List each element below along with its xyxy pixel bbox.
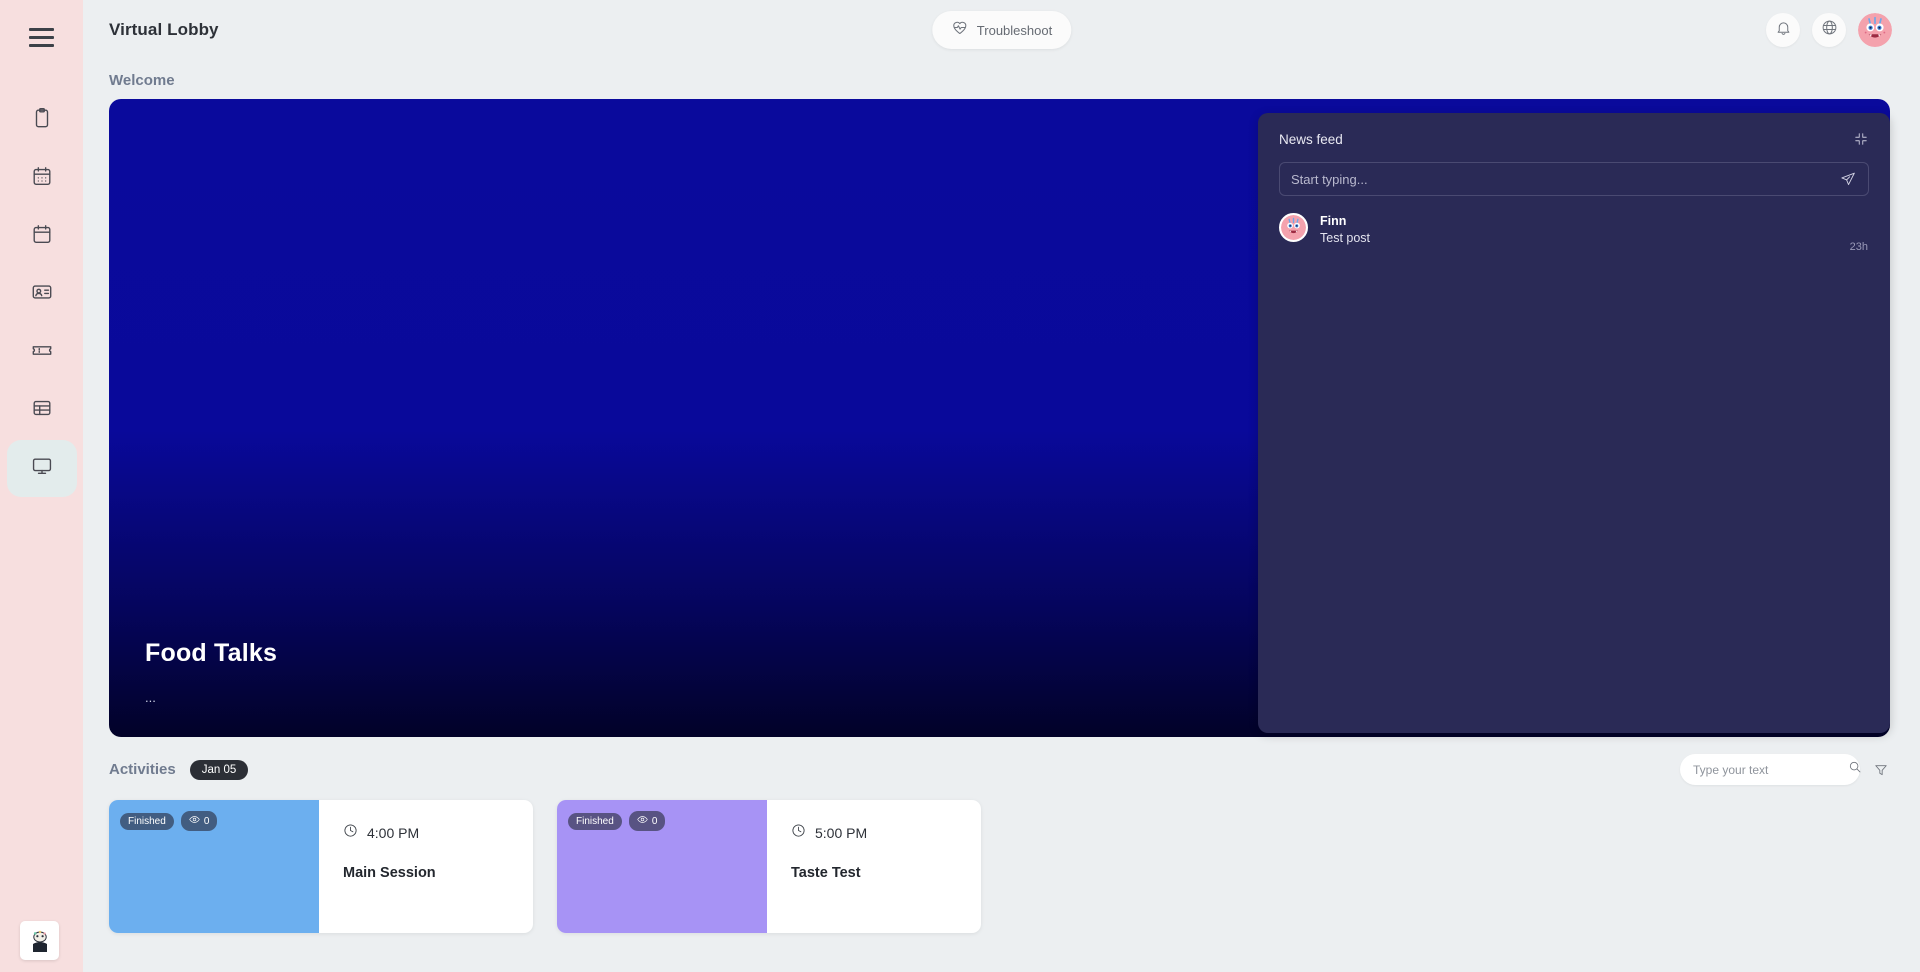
hero-title: Food Talks bbox=[145, 639, 278, 667]
user-avatar[interactable] bbox=[1858, 13, 1892, 47]
clock-icon bbox=[791, 823, 806, 843]
globe-icon bbox=[1821, 19, 1838, 41]
eye-icon bbox=[637, 814, 648, 828]
sidebar-item-attendees[interactable] bbox=[7, 266, 77, 323]
views-badge: 0 bbox=[180, 811, 218, 831]
ticket-icon bbox=[31, 339, 53, 366]
activity-title: Taste Test bbox=[791, 865, 861, 881]
sidebar-item-reports[interactable] bbox=[7, 382, 77, 439]
status-badge: Finished bbox=[568, 812, 622, 830]
bell-icon bbox=[1775, 19, 1792, 41]
page-title: Virtual Lobby bbox=[109, 20, 219, 39]
news-feed-compose-row bbox=[1279, 162, 1869, 196]
hero-text-block: Food Talks ... bbox=[145, 639, 277, 705]
monitor-icon bbox=[31, 455, 53, 482]
views-count: 0 bbox=[651, 815, 658, 827]
calendar-icon bbox=[31, 223, 53, 250]
app-root: Virtual Lobby Troubleshoot Welcome Food … bbox=[0, 0, 1920, 972]
activity-card[interactable]: Finished 0 5:00 PM Taste Test bbox=[557, 800, 981, 933]
topbar: Virtual Lobby Troubleshoot bbox=[83, 0, 1920, 60]
activities-search-box bbox=[1680, 754, 1862, 785]
activity-thumbnail: Finished 0 bbox=[109, 800, 319, 933]
activity-card[interactable]: Finished 0 4:00 PM Main Session bbox=[109, 800, 533, 933]
activity-time: 4:00 PM bbox=[367, 825, 420, 841]
send-icon[interactable] bbox=[1839, 170, 1857, 188]
news-feed-post-author: Finn bbox=[1320, 214, 1347, 228]
hero-section: Food Talks ... News feed Start typing...… bbox=[109, 99, 1890, 737]
sidebar-item-schedule[interactable] bbox=[7, 208, 77, 265]
activity-card-body: 5:00 PM Taste Test bbox=[767, 800, 867, 933]
search-icon[interactable] bbox=[1848, 760, 1862, 779]
topbar-actions bbox=[1766, 13, 1892, 47]
sidebar-item-clipboard[interactable] bbox=[7, 92, 77, 149]
activity-time: 5:00 PM bbox=[815, 825, 868, 841]
activity-badges: Finished 0 bbox=[568, 811, 666, 831]
assistant-widget-icon[interactable] bbox=[20, 921, 59, 960]
sidebar bbox=[0, 0, 83, 972]
activities-date-chip[interactable]: Jan 05 bbox=[189, 759, 249, 780]
hamburger-line bbox=[29, 35, 54, 39]
welcome-section-label: Welcome bbox=[109, 72, 175, 89]
hamburger-line bbox=[29, 43, 54, 47]
id-badge-icon bbox=[31, 281, 53, 308]
status-badge: Finished bbox=[120, 812, 174, 830]
hamburger-menu-icon[interactable] bbox=[25, 20, 59, 54]
clipboard-icon bbox=[31, 107, 53, 134]
activity-time-row: 5:00 PM bbox=[791, 823, 867, 843]
heart-pulse-icon bbox=[951, 19, 968, 41]
collapse-icon[interactable] bbox=[1852, 130, 1870, 148]
eye-icon bbox=[189, 814, 200, 828]
sidebar-item-tickets[interactable] bbox=[7, 324, 77, 381]
news-feed-header: News feed bbox=[1258, 113, 1890, 151]
activity-thumbnail: Finished 0 bbox=[557, 800, 767, 933]
sidebar-item-agenda[interactable] bbox=[7, 150, 77, 207]
news-feed-title: News feed bbox=[1279, 131, 1343, 147]
search-input[interactable] bbox=[1693, 762, 1848, 777]
news-feed-panel: News feed Start typing... Finn Test post… bbox=[1258, 113, 1890, 733]
table-icon bbox=[31, 397, 53, 424]
news-feed-post-content: Test post bbox=[1320, 231, 1371, 245]
hamburger-line bbox=[29, 27, 54, 31]
activity-card-body: 4:00 PM Main Session bbox=[319, 800, 436, 933]
activities-title: Activities bbox=[109, 761, 176, 778]
language-button[interactable] bbox=[1812, 13, 1846, 47]
troubleshoot-label: Troubleshoot bbox=[976, 22, 1053, 38]
sidebar-nav bbox=[0, 92, 83, 498]
clock-icon bbox=[343, 823, 358, 843]
activities-header: Activities Jan 05 bbox=[83, 737, 1920, 785]
activity-badges: Finished 0 bbox=[120, 811, 218, 831]
activities-card-list: Finished 0 4:00 PM Main Session Finished… bbox=[83, 785, 1920, 933]
activity-title: Main Session bbox=[343, 865, 436, 881]
notifications-button[interactable] bbox=[1766, 13, 1800, 47]
news-feed-post: Finn Test post 23h bbox=[1258, 196, 1890, 253]
main-area: Virtual Lobby Troubleshoot Welcome Food … bbox=[83, 0, 1920, 972]
news-feed-post-time: 23h bbox=[1849, 241, 1868, 253]
calendar-grid-icon bbox=[31, 165, 53, 192]
activity-time-row: 4:00 PM bbox=[343, 823, 436, 843]
sidebar-item-virtual-lobby[interactable] bbox=[6, 440, 77, 497]
news-feed-input[interactable] bbox=[1291, 171, 1839, 187]
news-feed-post-body: Finn Test post bbox=[1320, 213, 1370, 245]
hero-subtitle: ... bbox=[145, 690, 156, 705]
filter-icon[interactable] bbox=[1872, 761, 1890, 779]
views-badge: 0 bbox=[628, 811, 666, 831]
finn-avatar bbox=[1279, 213, 1308, 242]
troubleshoot-button[interactable]: Troubleshoot bbox=[931, 11, 1072, 49]
activities-search-area bbox=[1680, 754, 1890, 785]
views-count: 0 bbox=[203, 815, 210, 827]
